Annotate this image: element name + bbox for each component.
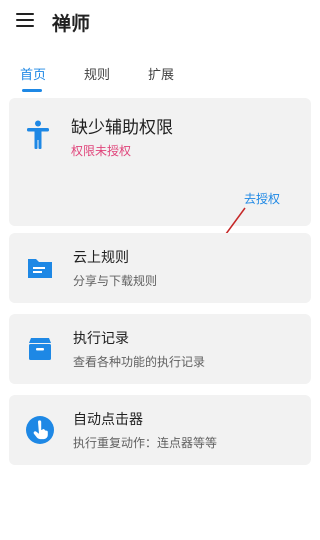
tab-bar: 首页 规则 扩展 — [0, 56, 320, 92]
app-title: 禅师 — [52, 13, 91, 35]
feature-title: 自动点击器 — [73, 412, 143, 428]
permission-status: 权限未授权 — [71, 144, 132, 158]
menu-icon[interactable] — [16, 13, 34, 27]
feature-subtitle: 执行重复动作：连点器等等 — [73, 436, 218, 450]
permission-title: 缺少辅助权限 — [71, 118, 173, 138]
permission-card: 缺少辅助权限 权限未授权 去授权 — [9, 98, 311, 226]
folder-icon — [28, 259, 52, 278]
feature-subtitle: 查看各种功能的执行记录 — [73, 355, 206, 369]
tab-home[interactable]: 首页 — [20, 64, 46, 83]
touch-icon — [26, 416, 54, 444]
archive-icon — [29, 338, 51, 360]
tab-extensions[interactable]: 扩展 — [148, 64, 174, 83]
app-bar: 禅师 — [0, 0, 320, 44]
feature-card-auto-clicker[interactable]: 自动点击器 执行重复动作：连点器等等 — [9, 395, 311, 465]
tab-rules[interactable]: 规则 — [84, 64, 110, 83]
accessibility-icon — [27, 120, 49, 149]
feature-subtitle: 分享与下载规则 — [73, 274, 158, 288]
active-tab-indicator — [22, 89, 42, 92]
feature-title: 云上规则 — [73, 250, 129, 266]
feature-card-cloud-rules[interactable]: 云上规则 分享与下载规则 — [9, 233, 311, 303]
feature-title: 执行记录 — [73, 331, 129, 347]
feature-card-execution-log[interactable]: 执行记录 查看各种功能的执行记录 — [9, 314, 311, 384]
